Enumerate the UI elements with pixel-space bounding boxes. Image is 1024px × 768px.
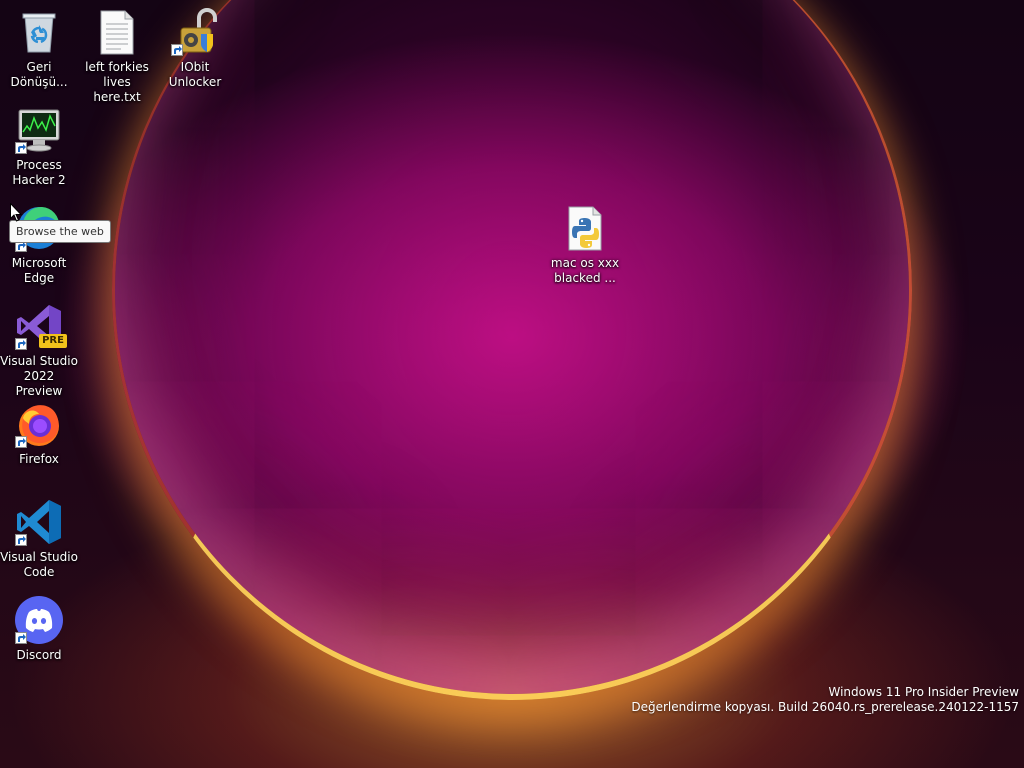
watermark-build: Değerlendirme kopyası. Build 26040.rs_pr… (631, 700, 1019, 714)
windows-build-watermark: Windows 11 Pro Insider Preview Değerlend… (631, 685, 1019, 715)
recycle-bin-icon (15, 8, 63, 56)
desktop-icon-text-file[interactable]: left forkies lives here.txt (78, 8, 156, 105)
shortcut-arrow-icon (15, 338, 27, 350)
shortcut-arrow-icon (15, 436, 27, 448)
desktop-icon-label: left forkies lives here.txt (85, 60, 149, 104)
preview-badge: PRE (39, 334, 67, 348)
desktop-icon-label: Microsoft Edge (11, 256, 67, 285)
desktop-icon-label: Firefox (19, 452, 59, 466)
visual-studio-preview-icon: PRE (15, 302, 67, 350)
edge-tooltip: Browse the web (9, 220, 111, 243)
shortcut-arrow-icon (15, 632, 27, 644)
desktop-icon-iobit-unlocker[interactable]: IObit Unlocker (156, 8, 234, 90)
text-file-icon (93, 8, 141, 56)
python-file-icon (561, 204, 609, 252)
desktop-icon-discord[interactable]: Discord (0, 596, 78, 663)
desktop-icon-label: IObit Unlocker (168, 60, 222, 89)
desktop-icon-recycle-bin[interactable]: Geri Dönüşü... (0, 8, 78, 90)
desktop-icon-label: Visual Studio 2022 Preview (0, 354, 78, 398)
wallpaper (112, 0, 912, 700)
discord-icon (15, 596, 63, 644)
desktop-icon-python-file[interactable]: mac os xxx blacked ... (546, 204, 624, 286)
desktop-icon-visual-studio-preview[interactable]: PRE Visual Studio 2022 Preview (0, 302, 78, 399)
desktop-icon-label: Visual Studio Code (0, 550, 78, 579)
firefox-icon (15, 400, 63, 448)
shortcut-arrow-icon (171, 44, 183, 56)
shortcut-arrow-icon (15, 142, 27, 154)
desktop-icon-label: Geri Dönüşü... (10, 60, 68, 89)
process-hacker-icon (15, 106, 63, 154)
iobit-unlocker-icon (171, 8, 219, 56)
vscode-icon (15, 498, 63, 546)
desktop-icon-firefox[interactable]: Firefox (0, 400, 78, 467)
shortcut-arrow-icon (15, 534, 27, 546)
desktop-icon-process-hacker[interactable]: Process Hacker 2 (0, 106, 78, 188)
desktop-icon-label: Discord (16, 648, 62, 662)
desktop-icon-label: Process Hacker 2 (12, 158, 66, 187)
watermark-edition: Windows 11 Pro Insider Preview (828, 685, 1019, 699)
desktop-icon-label: mac os xxx blacked ... (550, 256, 620, 285)
mouse-cursor-icon (10, 202, 23, 226)
desktop-icon-vscode[interactable]: Visual Studio Code (0, 498, 78, 580)
